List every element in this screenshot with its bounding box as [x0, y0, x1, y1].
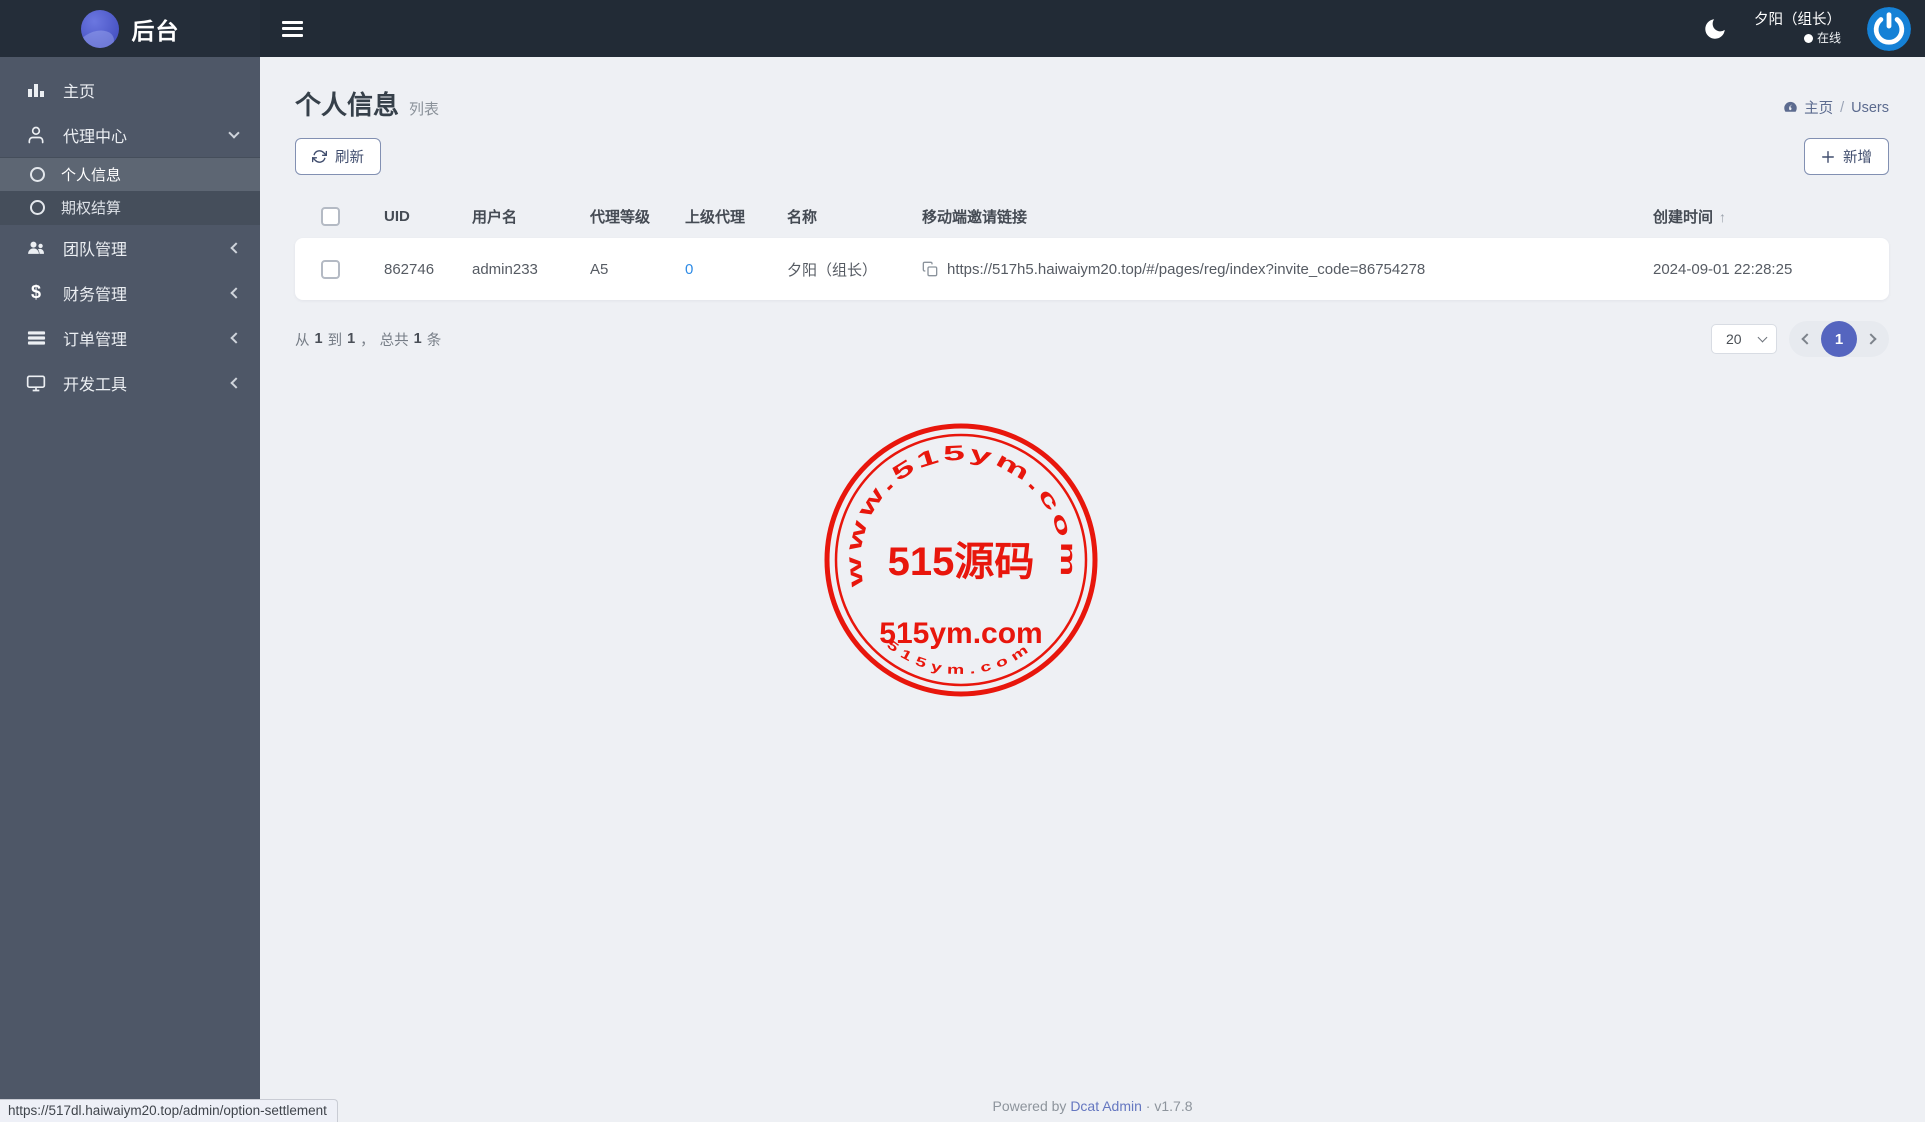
col-header-name: 名称: [787, 208, 818, 226]
avatar[interactable]: [1867, 6, 1911, 51]
col-header-created-at[interactable]: 创建时间 ↑: [1653, 206, 1889, 227]
sort-asc-icon[interactable]: ↑: [1719, 209, 1726, 225]
cell-invite-link: https://517h5.haiwaiym20.top/#/pages/reg…: [947, 260, 1426, 278]
sidebar-item-agent-center[interactable]: 代理中心: [0, 112, 260, 157]
dollar-icon: $: [30, 282, 41, 302]
dashboard-icon: [1784, 101, 1797, 112]
sidebar-submenu: 个人信息 期权结算: [0, 157, 260, 225]
cell-parent-agent-link[interactable]: 0: [685, 261, 787, 278]
users-table: UID 用户名 代理等级 上级代理 名称 移动端邀请链接 创建时间 ↑ 86274…: [295, 194, 1889, 300]
col-header-invite-link: 移动端邀请链接: [922, 208, 1028, 226]
sidebar-item-home[interactable]: 主页: [0, 67, 260, 112]
online-label: 在线: [1816, 31, 1841, 46]
cell-agent-level: A5: [590, 260, 609, 278]
chevron-down-icon: [228, 126, 240, 139]
cell-created-at: 2024-09-01 22:28:25: [1653, 260, 1793, 278]
app-logo-icon: [80, 9, 119, 48]
chevron-right-icon: [1865, 333, 1877, 345]
sidebar-item-label: 团队管理: [63, 241, 128, 259]
sidebar: 主页 代理中心 个人信息 期权结算 团队管理 $ 财务管理 订单管理 开发工具: [0, 57, 260, 1122]
sidebar-item-label: 代理中心: [63, 128, 128, 146]
user-status: 在线: [1754, 30, 1841, 46]
cell-name: 夕阳（组长）: [787, 261, 878, 279]
team-icon: [24, 238, 48, 258]
row-checkbox[interactable]: [321, 259, 340, 279]
page-size-value: 20: [1726, 331, 1742, 347]
chevron-left-icon: [230, 286, 242, 299]
table-header-row: UID 用户名 代理等级 上级代理 名称 移动端邀请链接 创建时间 ↑: [295, 194, 1889, 238]
chevron-left-icon: [1801, 333, 1813, 345]
add-button[interactable]: 新增: [1804, 138, 1889, 175]
sidebar-item-team-management[interactable]: 团队管理: [0, 225, 260, 270]
current-page-button[interactable]: 1: [1821, 321, 1857, 357]
sidebar-item-label: 开发工具: [63, 376, 128, 394]
chevron-left-icon: [230, 331, 242, 344]
sidebar-toggle-icon[interactable]: [282, 20, 303, 37]
user-icon: [24, 125, 48, 145]
add-label: 新增: [1843, 150, 1872, 166]
breadcrumb-current: Users: [1851, 99, 1889, 116]
page-title: 个人信息: [295, 90, 400, 120]
breadcrumb-home[interactable]: 主页: [1783, 97, 1833, 118]
devtools-icon: [24, 373, 48, 393]
footer-version: v1.7.8: [1154, 1098, 1193, 1114]
list-icon: [24, 328, 48, 347]
circle-icon: [30, 167, 45, 182]
col-header-username: 用户名: [472, 208, 518, 226]
sidebar-item-dev-tools[interactable]: 开发工具: [0, 360, 260, 405]
sidebar-item-label: 订单管理: [63, 331, 128, 349]
table-row: 862746 admin233 A5 0 夕阳（组长） https://517h…: [295, 238, 1889, 300]
chevron-down-icon: [1757, 332, 1768, 343]
brand[interactable]: 后台: [0, 0, 260, 57]
brand-title: 后台: [131, 17, 180, 44]
footer-separator: ·: [1145, 1098, 1151, 1114]
refresh-label: 刷新: [335, 150, 364, 166]
online-dot-icon: [1803, 33, 1813, 43]
prev-page-button[interactable]: [1789, 333, 1821, 345]
cell-username: admin233: [472, 260, 538, 278]
sidebar-item-option-settlement[interactable]: 期权结算: [0, 191, 260, 224]
top-navbar: 后台 夕阳（组长） 在线: [0, 0, 1925, 57]
breadcrumb: 主页 / Users: [1783, 97, 1889, 118]
pagination-summary: 从1 到1 ，总共 1条: [295, 331, 442, 349]
col-header-parent-agent: 上级代理: [685, 208, 746, 226]
powered-by-label: Powered by: [992, 1098, 1067, 1114]
col-header-uid: UID: [384, 207, 410, 225]
link-preview-statusbar: https://517dl.haiwaiym20.top/admin/optio…: [0, 1099, 338, 1122]
breadcrumb-separator: /: [1840, 99, 1845, 116]
select-all-checkbox[interactable]: [321, 206, 340, 226]
sidebar-item-label: 个人信息: [61, 167, 122, 184]
refresh-icon: [312, 150, 327, 163]
pager: 1: [1789, 321, 1889, 357]
pagination: 从1 到1 ，总共 1条 20 1: [295, 321, 1889, 357]
page-size-select[interactable]: 20: [1711, 324, 1777, 354]
sidebar-item-personal-info[interactable]: 个人信息: [0, 158, 260, 191]
circle-icon: [30, 200, 45, 215]
sidebar-item-label: 财务管理: [63, 286, 128, 304]
breadcrumb-home-label: 主页: [1804, 101, 1834, 117]
power-avatar-icon: [1867, 6, 1911, 51]
refresh-button[interactable]: 刷新: [295, 138, 381, 175]
col-header-agent-level: 代理等级: [590, 208, 651, 226]
footer: Powered by Dcat Admin · v1.7.8: [260, 1098, 1925, 1114]
main-content: 个人信息 列表 主页 / Users 刷新 新增 UID 用户名 代理等级 上级: [260, 57, 1925, 1122]
page-subtitle: 列表: [409, 101, 440, 118]
dark-mode-moon-icon[interactable]: [1702, 16, 1728, 42]
sidebar-item-finance-management[interactable]: $ 财务管理: [0, 270, 260, 315]
sidebar-item-order-management[interactable]: 订单管理: [0, 315, 260, 360]
next-page-button[interactable]: [1857, 333, 1889, 345]
sidebar-item-label: 期权结算: [61, 200, 122, 217]
copy-icon[interactable]: [922, 261, 938, 277]
plus-icon: [1822, 150, 1834, 163]
sidebar-item-label: 主页: [63, 83, 96, 101]
dcat-admin-link[interactable]: Dcat Admin: [1070, 1098, 1142, 1114]
chevron-left-icon: [230, 376, 242, 389]
chevron-left-icon: [230, 241, 242, 254]
cell-uid: 862746: [384, 260, 435, 278]
chart-bar-icon: [24, 80, 48, 100]
user-name: 夕阳（组长）: [1754, 11, 1841, 28]
user-info[interactable]: 夕阳（组长） 在线: [1754, 11, 1841, 47]
